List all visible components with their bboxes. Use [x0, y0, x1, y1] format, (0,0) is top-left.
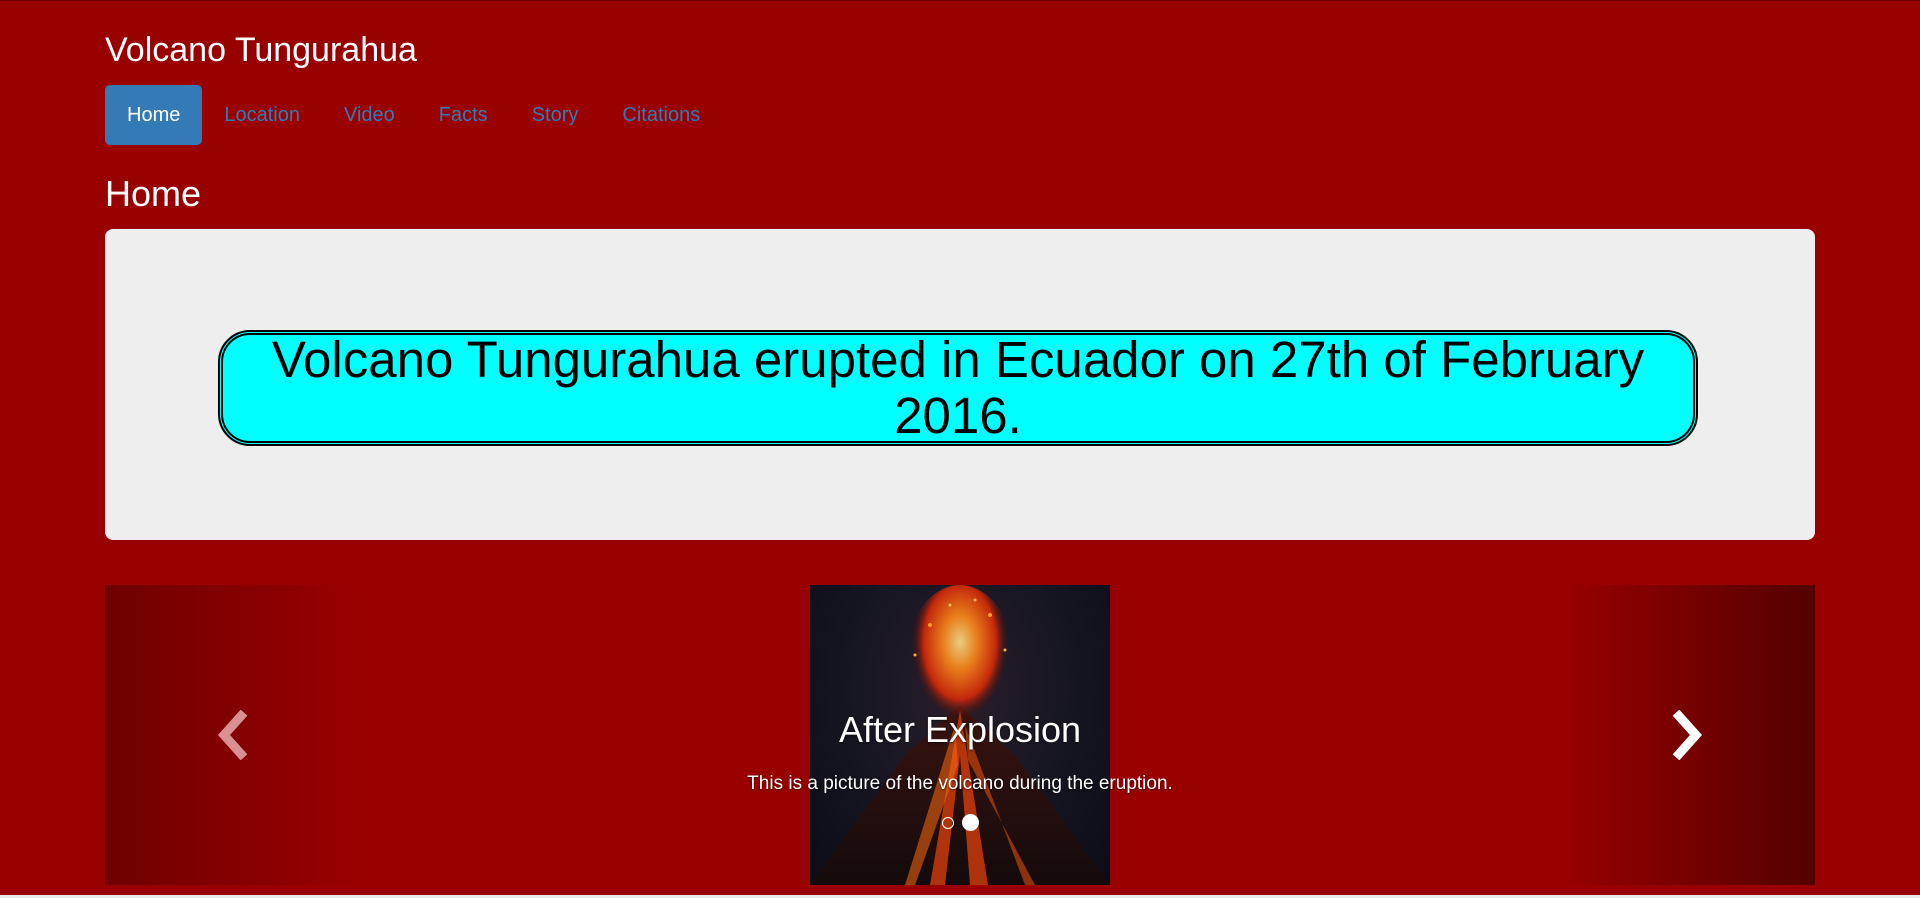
- nav-item-facts[interactable]: Facts: [417, 85, 510, 145]
- carousel-indicator-1[interactable]: [941, 816, 954, 829]
- image-carousel: After Explosion This is a picture of the…: [105, 585, 1815, 885]
- caption-title: After Explosion: [838, 709, 1082, 750]
- banner-text: Volcano Tungurahua erupted in Ecuador on…: [271, 331, 1645, 444]
- main-nav: Home Location Video Facts Story Citation…: [105, 85, 722, 145]
- caption-text: This is a picture of the volcano during …: [747, 773, 1173, 794]
- page-title: Home: [105, 173, 202, 214]
- nav-item-citations[interactable]: Citations: [600, 85, 722, 145]
- page: Volcano Tungurahua Home Location Video F…: [0, 0, 1920, 898]
- carousel-caption: After Explosion This is a picture of the…: [105, 710, 1815, 796]
- nav-item-location[interactable]: Location: [202, 85, 322, 145]
- carousel-indicator-2[interactable]: [961, 814, 979, 831]
- site-title: Volcano Tungurahua: [105, 31, 417, 69]
- nav-item-home[interactable]: Home: [105, 85, 203, 145]
- nav-item-video[interactable]: Video: [322, 85, 417, 145]
- jumbotron: Volcano Tungurahua erupted in Ecuador on…: [105, 229, 1815, 540]
- nav-item-story[interactable]: Story: [510, 85, 601, 145]
- carousel-indicators: [105, 814, 1815, 831]
- top-divider: [0, 0, 1920, 1]
- eruption-banner: Volcano Tungurahua erupted in Ecuador on…: [218, 330, 1698, 446]
